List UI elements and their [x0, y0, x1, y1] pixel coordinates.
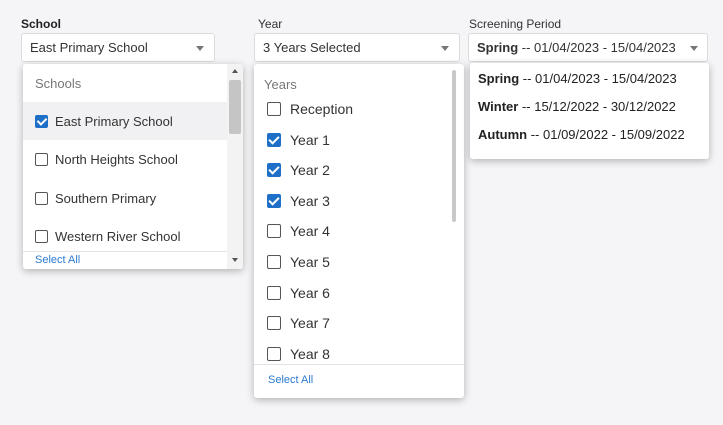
school-option-label: North Heights School — [55, 152, 178, 167]
period-option-term: Winter — [478, 99, 519, 114]
period-label: Screening Period — [469, 17, 562, 31]
school-option[interactable]: North Heights School — [23, 141, 227, 179]
year-scroll-thumb[interactable] — [452, 70, 456, 222]
year-label: Year — [258, 17, 283, 31]
period-select[interactable]: Spring -- 01/04/2023 - 15/04/2023 — [468, 33, 708, 62]
year-option[interactable]: Year 2 — [254, 155, 450, 185]
year-option[interactable]: Year 3 — [254, 186, 450, 216]
checkbox-icon[interactable] — [267, 102, 281, 116]
checkbox-icon[interactable] — [35, 230, 48, 243]
school-option[interactable]: Western River School — [23, 218, 227, 256]
year-option-label: Reception — [290, 101, 354, 117]
school-option[interactable]: East Primary School — [23, 102, 227, 140]
period-option-range: -- 01/09/2022 - 15/09/2022 — [527, 127, 685, 142]
school-dropdown-panel: Schools East Primary School North Heights… — [23, 64, 243, 269]
year-option[interactable]: Reception — [254, 94, 450, 124]
year-option[interactable]: Year 4 — [254, 216, 450, 246]
checkbox-icon[interactable] — [35, 153, 48, 166]
period-select-term: Spring — [477, 40, 519, 55]
school-group-header: Schools — [35, 76, 82, 91]
checkbox-icon[interactable] — [267, 346, 281, 361]
school-select[interactable]: East Primary School — [21, 33, 215, 62]
checkbox-checked-icon[interactable] — [267, 132, 281, 147]
chevron-down-icon — [690, 46, 698, 51]
year-option[interactable]: Year 7 — [254, 308, 450, 338]
school-label: School — [21, 17, 62, 31]
year-option-label: Year 8 — [290, 345, 330, 362]
period-option[interactable]: Autumn -- 01/09/2022 - 15/09/2022 — [478, 127, 685, 142]
year-select[interactable]: 3 Years Selected — [254, 33, 460, 62]
period-option-range: -- 01/04/2023 - 15/04/2023 — [519, 71, 677, 86]
period-dropdown-panel: Spring -- 01/04/2023 - 15/04/2023 Winter … — [470, 63, 709, 159]
year-dropdown-panel: Years Reception Year 1 Year 2 Year 3 Year 4 Y… — [254, 64, 464, 398]
year-option-label: Year 7 — [290, 315, 330, 332]
checkbox-icon[interactable] — [267, 285, 281, 300]
checkbox-icon[interactable] — [267, 224, 281, 239]
school-select-all-link[interactable]: Select All — [23, 251, 227, 269]
year-group-header: Years — [264, 77, 297, 92]
period-option[interactable]: Winter -- 15/12/2022 - 30/12/2022 — [478, 99, 676, 114]
year-option-label: Year 5 — [290, 254, 330, 270]
period-option-term: Autumn — [478, 127, 528, 142]
year-option-label: Year 4 — [290, 223, 330, 240]
period-option[interactable]: Spring -- 01/04/2023 - 15/04/2023 — [478, 71, 677, 86]
checkbox-checked-icon[interactable] — [267, 163, 281, 178]
school-option-label: Western River School — [55, 229, 181, 244]
checkbox-icon[interactable] — [35, 191, 48, 205]
year-option-label: Year 1 — [290, 131, 330, 148]
school-option-label: Southern Primary — [55, 190, 157, 206]
year-select-all-link[interactable]: Select All — [254, 364, 464, 398]
year-option[interactable]: Year 6 — [254, 278, 450, 308]
chevron-down-icon — [441, 46, 449, 51]
chevron-down-icon — [196, 46, 204, 51]
checkbox-icon[interactable] — [267, 255, 281, 269]
period-select-range: -- 01/04/2023 - 15/04/2023 — [518, 40, 676, 55]
school-select-value: East Primary School — [30, 40, 148, 55]
period-option-range: -- 15/12/2022 - 30/12/2022 — [518, 99, 676, 114]
year-select-value: 3 Years Selected — [263, 40, 361, 55]
school-option[interactable]: Southern Primary — [23, 179, 227, 217]
checkbox-checked-icon[interactable] — [35, 114, 48, 128]
year-option-label: Year 6 — [290, 284, 330, 301]
year-option-label: Year 3 — [290, 192, 330, 209]
scroll-up-icon[interactable] — [232, 69, 238, 73]
year-option[interactable]: Year 1 — [254, 125, 450, 155]
school-scroll-thumb[interactable] — [229, 80, 241, 134]
checkbox-icon[interactable] — [267, 316, 281, 331]
scroll-down-icon[interactable] — [232, 258, 238, 262]
year-option[interactable]: Year 5 — [254, 247, 450, 277]
checkbox-checked-icon[interactable] — [267, 193, 281, 208]
year-option-label: Year 2 — [290, 162, 330, 179]
period-option-term: Spring — [478, 71, 520, 86]
school-option-label: East Primary School — [55, 113, 173, 129]
